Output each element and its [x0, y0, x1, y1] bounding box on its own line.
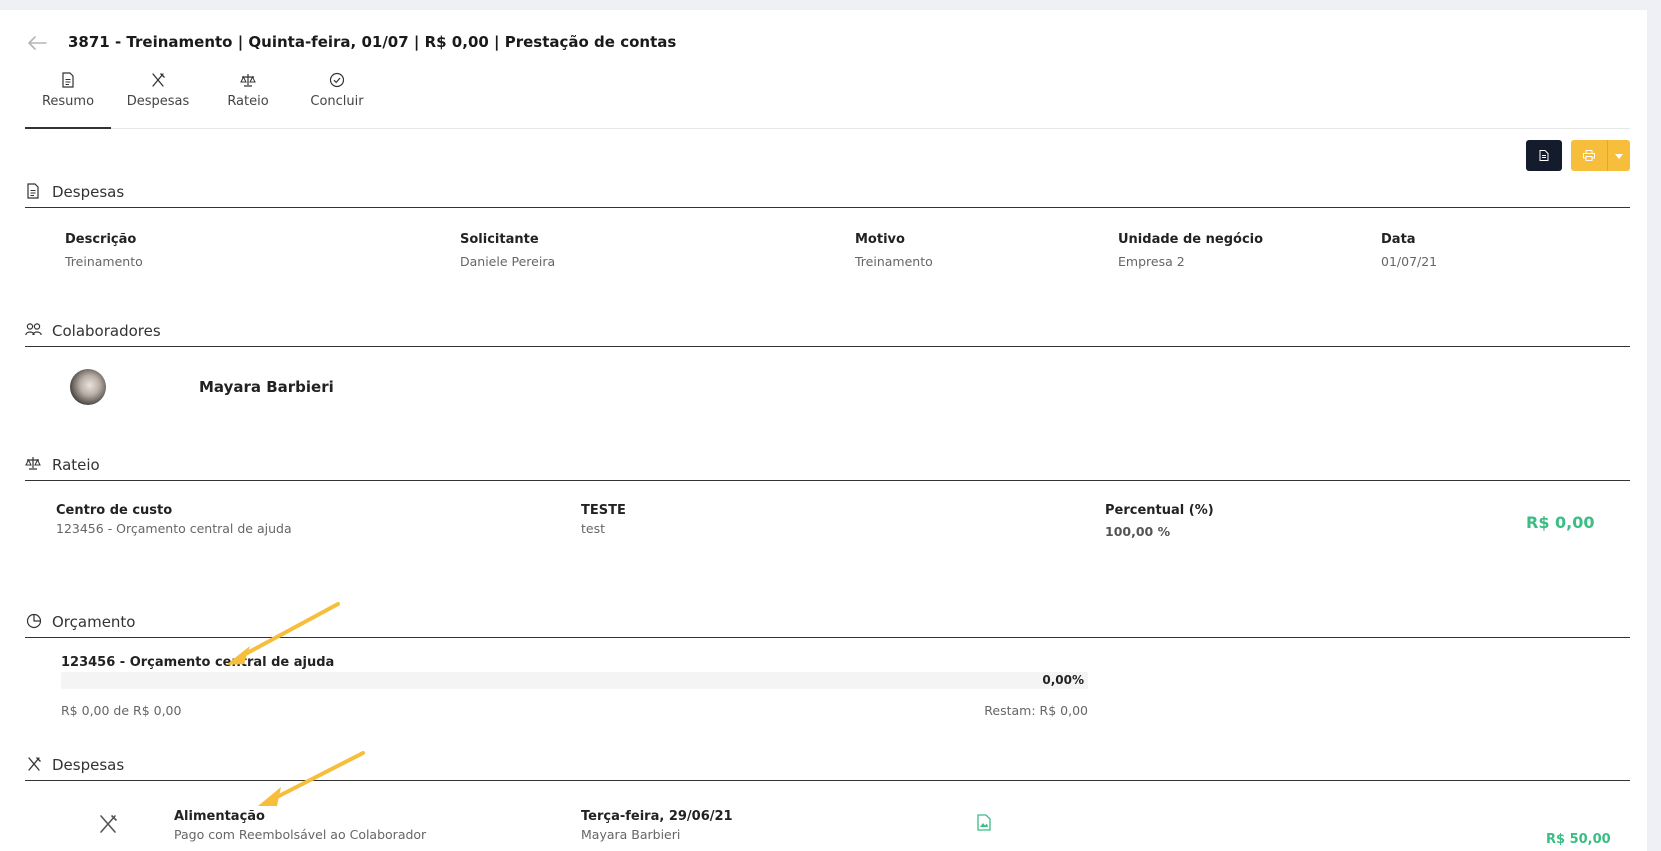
field-label-solicitante: Solicitante: [460, 232, 539, 247]
field-label-motivo: Motivo: [855, 232, 905, 247]
budget-percent: 0,00%: [1042, 673, 1084, 687]
receipt-image-icon[interactable]: [977, 814, 991, 831]
budget-remaining: Restam: R$ 0,00: [984, 703, 1088, 718]
document-icon: [1539, 150, 1549, 161]
users-icon: [25, 323, 42, 336]
percentual-label: Percentual (%): [1105, 503, 1214, 518]
tab-active-indicator: [25, 127, 111, 129]
utensils-icon: [28, 757, 41, 771]
expense-amount: R$ 50,00: [1546, 832, 1611, 847]
scale-icon: [240, 74, 256, 87]
tab-label: Rateio: [227, 94, 269, 109]
section-title-orcamento: Orçamento: [52, 613, 136, 631]
teste-label: TESTE: [581, 503, 626, 518]
check-circle-icon: [329, 72, 345, 88]
section-title-despesas: Despesas: [52, 183, 125, 201]
budget-progress-bar: 0,00%: [61, 672, 1088, 689]
tab-despesas[interactable]: Despesas: [120, 72, 196, 109]
section-title-rateio: Rateio: [52, 456, 100, 474]
expense-date: Terça-feira, 29/06/21: [581, 809, 733, 824]
teste-value: test: [581, 521, 606, 536]
tabs-divider: [25, 128, 1630, 129]
tab-label: Concluir: [310, 94, 364, 109]
centro-custo-value: 123456 - Orçamento central de ajuda: [56, 521, 292, 536]
expense-person: Mayara Barbieri: [581, 827, 681, 842]
print-button[interactable]: [1571, 140, 1630, 171]
section-title-colaboradores: Colaboradores: [52, 322, 161, 340]
scale-icon: [25, 457, 41, 470]
rateio-amount: R$ 0,00: [1526, 513, 1595, 532]
utensils-icon: [152, 73, 165, 87]
annotation-arrow-icon: [258, 751, 365, 806]
tab-resumo[interactable]: Resumo: [25, 72, 111, 109]
document-icon: [27, 183, 39, 199]
field-label-unidade: Unidade de negócio: [1118, 232, 1264, 247]
field-value-data: 01/07/21: [1381, 254, 1438, 269]
document-icon: [62, 72, 74, 88]
back-arrow-icon[interactable]: [26, 34, 48, 52]
tab-rateio[interactable]: Rateio: [214, 72, 282, 109]
button-separator: [1607, 140, 1608, 171]
pie-chart-icon: [26, 613, 42, 629]
page-title: 3871 - Treinamento | Quinta-feira, 01/07…: [68, 33, 677, 51]
tab-label: Despesas: [126, 94, 190, 109]
document-button[interactable]: [1526, 140, 1562, 171]
section-divider: [25, 207, 1630, 208]
collaborator-name: Mayara Barbieri: [199, 378, 334, 396]
section-divider: [25, 480, 1630, 481]
annotation-arrow-icon: [226, 602, 340, 665]
expense-category: Alimentação: [174, 809, 265, 824]
field-value-unidade: Empresa 2: [1118, 254, 1185, 269]
printer-icon: [1583, 150, 1595, 161]
utensils-icon: [100, 814, 118, 833]
centro-custo-label: Centro de custo: [56, 503, 173, 518]
field-value-solicitante: Daniele Pereira: [460, 254, 556, 269]
page-card: 3871 - Treinamento | Quinta-feira, 01/07…: [0, 10, 1647, 851]
avatar: [70, 369, 106, 405]
budget-used: R$ 0,00 de R$ 0,00: [61, 703, 182, 718]
field-label-data: Data: [1381, 232, 1416, 247]
section-divider: [25, 346, 1630, 347]
field-value-descricao: Treinamento: [65, 254, 143, 269]
section-title-despesas-list: Despesas: [52, 756, 125, 774]
tab-label: Resumo: [41, 94, 95, 109]
expense-payment: Pago com Reembolsável ao Colaborador: [174, 827, 427, 842]
caret-down-icon[interactable]: [1615, 154, 1623, 159]
field-label-descricao: Descrição: [65, 232, 137, 247]
tab-concluir[interactable]: Concluir: [302, 72, 372, 109]
list-item[interactable]: Alimentação Pago com Reembolsável ao Col…: [0, 790, 1647, 851]
percentual-value: 100,00 %: [1105, 524, 1171, 539]
field-value-motivo: Treinamento: [855, 254, 933, 269]
